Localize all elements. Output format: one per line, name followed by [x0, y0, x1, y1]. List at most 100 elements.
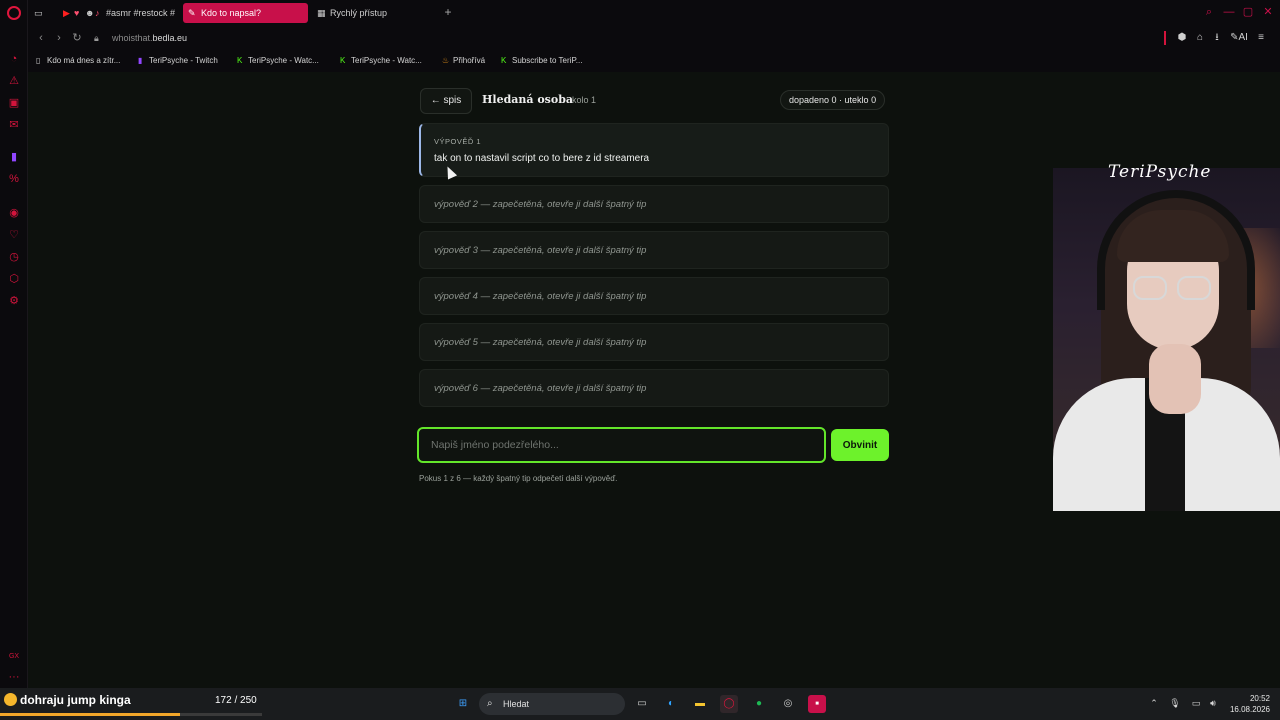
task-view-icon[interactable]: ▭ [633, 695, 651, 713]
forward-icon[interactable]: › [52, 31, 66, 45]
streamer-hand [1149, 344, 1201, 414]
network-icon[interactable]: ▭ [1190, 697, 1202, 709]
fire-icon: ♨ [442, 56, 450, 65]
windows-start-icon[interactable]: ⊞ [454, 695, 472, 713]
statement-card-sealed: výpověď 5 — zapečetěná, otevře ji další … [419, 323, 889, 361]
close-icon[interactable]: ✕ [1262, 6, 1274, 18]
sealed-statement-text: výpověď 3 — zapečetěná, otevře ji další … [434, 245, 647, 256]
score-badge: dopadeno 0 · uteklo 0 [780, 90, 886, 110]
obs-icon[interactable]: ◎ [779, 695, 797, 713]
kick-icon: K [501, 56, 507, 65]
goal-progress-bar [0, 713, 262, 716]
statement-text: tak on to nastavil script co to bere z i… [434, 153, 650, 164]
messenger-icon[interactable]: ▣ [7, 96, 21, 110]
lock-icon[interactable]: 🔒︎ [94, 32, 104, 44]
tab-youtube[interactable]: ▶ ♥ ☻ ♪ #asmr #restock # [58, 3, 178, 23]
download-icon[interactable]: ⭳ [1210, 31, 1224, 45]
round-label: kolo 1 [572, 95, 597, 105]
goal-count: 172 / 250 [215, 695, 257, 706]
bookmark-item[interactable]: ▯ Kdo má dnes a zítr... [36, 54, 120, 68]
gx-corner-icon[interactable]: ⚠ [7, 74, 21, 88]
streamer-app-icon[interactable]: ■ [808, 695, 826, 713]
back-to-file-button[interactable]: ← spis [420, 88, 472, 114]
youtube-icon: ▶ [63, 8, 70, 18]
bookmark-item[interactable]: ♨ Přihořívá [442, 54, 485, 68]
bookmark-item[interactable]: K TeriPsyche - Watc... [340, 54, 422, 68]
opera-logo-icon[interactable] [7, 6, 21, 20]
player-icon[interactable]: ◉ [7, 206, 21, 220]
clock-date: 16.08.2026 [1229, 705, 1270, 714]
url-field[interactable]: whoisthat.bedla.eu [112, 31, 187, 45]
webcam-overlay [1053, 168, 1280, 511]
taskbar: dohraju jump kinga 172 / 250 ⊞ ⌕ Hledat ▭… [0, 688, 1280, 720]
accuse-button[interactable]: Obvinit [831, 429, 889, 461]
address-bar: ‹ › ↻ 🔒︎ whoisthat.bedla.eu ⬢ ⌂ ⭳ ✎AI ≡ [28, 26, 1280, 50]
edge-icon[interactable]: ◐ [662, 695, 680, 713]
maximize-icon[interactable]: ▢ [1242, 6, 1254, 18]
opera-gx-icon[interactable]: ◯ [720, 695, 738, 713]
tab-strip: ▭ ▶ ♥ ☻ ♪ #asmr #restock # ✎ Kdo to naps… [28, 0, 1280, 26]
stream-goal: dohraju jump kinga [4, 693, 131, 707]
spotify-icon[interactable]: ● [750, 695, 768, 713]
document-icon: ▯ [36, 56, 41, 65]
search-tabs-icon[interactable]: ⌕ [1203, 6, 1215, 18]
system-clock[interactable]: 20:52 16.08.2026 [1228, 693, 1270, 715]
browser-sidebar: ◔ ⚠ ▣ ✉ ▮ % ◉ ♡ ◷ ⬡ ⚙ GX ··· [0, 0, 28, 688]
back-icon[interactable]: ‹ [34, 31, 48, 45]
statement-card-open: VÝPOVĚĎ 1 tak on to nastavil script co t… [419, 123, 889, 177]
grid-icon: ▦ [317, 8, 326, 18]
bookmarks-bar: ▯ Kdo má dnes a zítr... ▮ TeriPsyche - Twi… [28, 50, 1280, 72]
percent-icon[interactable]: % [7, 172, 21, 186]
microphone-icon[interactable]: 🎙︎ [1169, 697, 1181, 709]
bookmark-item[interactable]: K TeriPsyche - Watc... [237, 54, 319, 68]
bookmark-item[interactable]: K Subscribe to TeriP... [501, 54, 582, 68]
sealed-statement-text: výpověď 4 — zapečetěná, otevře ji další … [434, 291, 647, 302]
history-icon[interactable]: ◷ [7, 250, 21, 264]
headset-icon [1097, 190, 1255, 310]
emoji-icon: ☻ [85, 8, 95, 18]
minimize-icon[interactable]: — [1223, 6, 1235, 18]
tab-label: #asmr #restock # [106, 8, 176, 18]
statement-card-sealed: výpověď 3 — zapečetěná, otevře ji další … [419, 231, 889, 269]
sealed-statement-text: výpověď 2 — zapečetěná, otevře ji další … [434, 199, 647, 210]
statement-card-sealed: výpověď 2 — zapečetěná, otevře ji další … [419, 185, 889, 223]
statement-card-sealed: výpověď 4 — zapečetěná, otevře ji další … [419, 277, 889, 315]
taskbar-search[interactable]: ⌕ Hledat [479, 693, 625, 715]
box-icon[interactable]: ⬡ [7, 272, 21, 286]
smile-icon [4, 693, 17, 706]
tab-label: Kdo to napsal? [201, 8, 262, 18]
tray-chevron-icon[interactable]: ⌃ [1148, 697, 1160, 709]
accent-divider [1164, 31, 1166, 45]
suspect-name-input[interactable] [417, 427, 826, 463]
sealed-statement-text: výpověď 5 — zapečetěná, otevře ji další … [434, 337, 647, 348]
heart-icon: ♥ [74, 8, 80, 18]
sealed-statement-text: výpověď 6 — zapečetěná, otevře ji další … [434, 383, 647, 394]
menu-icon[interactable]: ≡ [1254, 31, 1268, 45]
new-tab-plus-icon[interactable]: + [442, 5, 454, 19]
webcam-name: TeriPsyche [1108, 162, 1212, 182]
ai-button[interactable]: ✎AI [1228, 31, 1250, 45]
gx-badge-icon[interactable]: GX [7, 650, 21, 664]
mail-icon[interactable]: ✉ [7, 118, 21, 132]
page-title: Hledaná osoba [482, 93, 574, 106]
tab-list-icon[interactable]: ▭ [34, 3, 42, 23]
extensions-icon[interactable]: ⬢ [1175, 31, 1189, 45]
tab-kdo-to-napsal[interactable]: ✎ Kdo to napsal? [183, 3, 308, 23]
bookmark-item[interactable]: ▮ TeriPsyche - Twitch [138, 54, 218, 68]
heart-icon[interactable]: ♡ [7, 228, 21, 242]
page-icon: ✎ [188, 8, 196, 18]
settings-icon[interactable]: ⚙ [7, 294, 21, 308]
tabs-overview-icon: ▭ [34, 8, 42, 18]
tab-quick-access[interactable]: ▦ Rychlý přístup [312, 3, 432, 23]
reload-icon[interactable]: ↻ [70, 31, 84, 45]
twitch-icon[interactable]: ▮ [7, 150, 21, 164]
volume-icon[interactable]: 🔊︎ [1207, 697, 1219, 709]
kick-icon: K [237, 56, 243, 65]
file-explorer-icon[interactable]: ▬ [691, 695, 709, 713]
kick-icon: K [340, 56, 346, 65]
more-icon[interactable]: ··· [7, 670, 21, 684]
statement-label: VÝPOVĚĎ 1 [434, 137, 482, 146]
gx-control-icon[interactable]: ◔ [7, 52, 21, 66]
goal-progress-fill [0, 713, 181, 716]
vpn-icon[interactable]: ⌂ [1193, 31, 1207, 45]
